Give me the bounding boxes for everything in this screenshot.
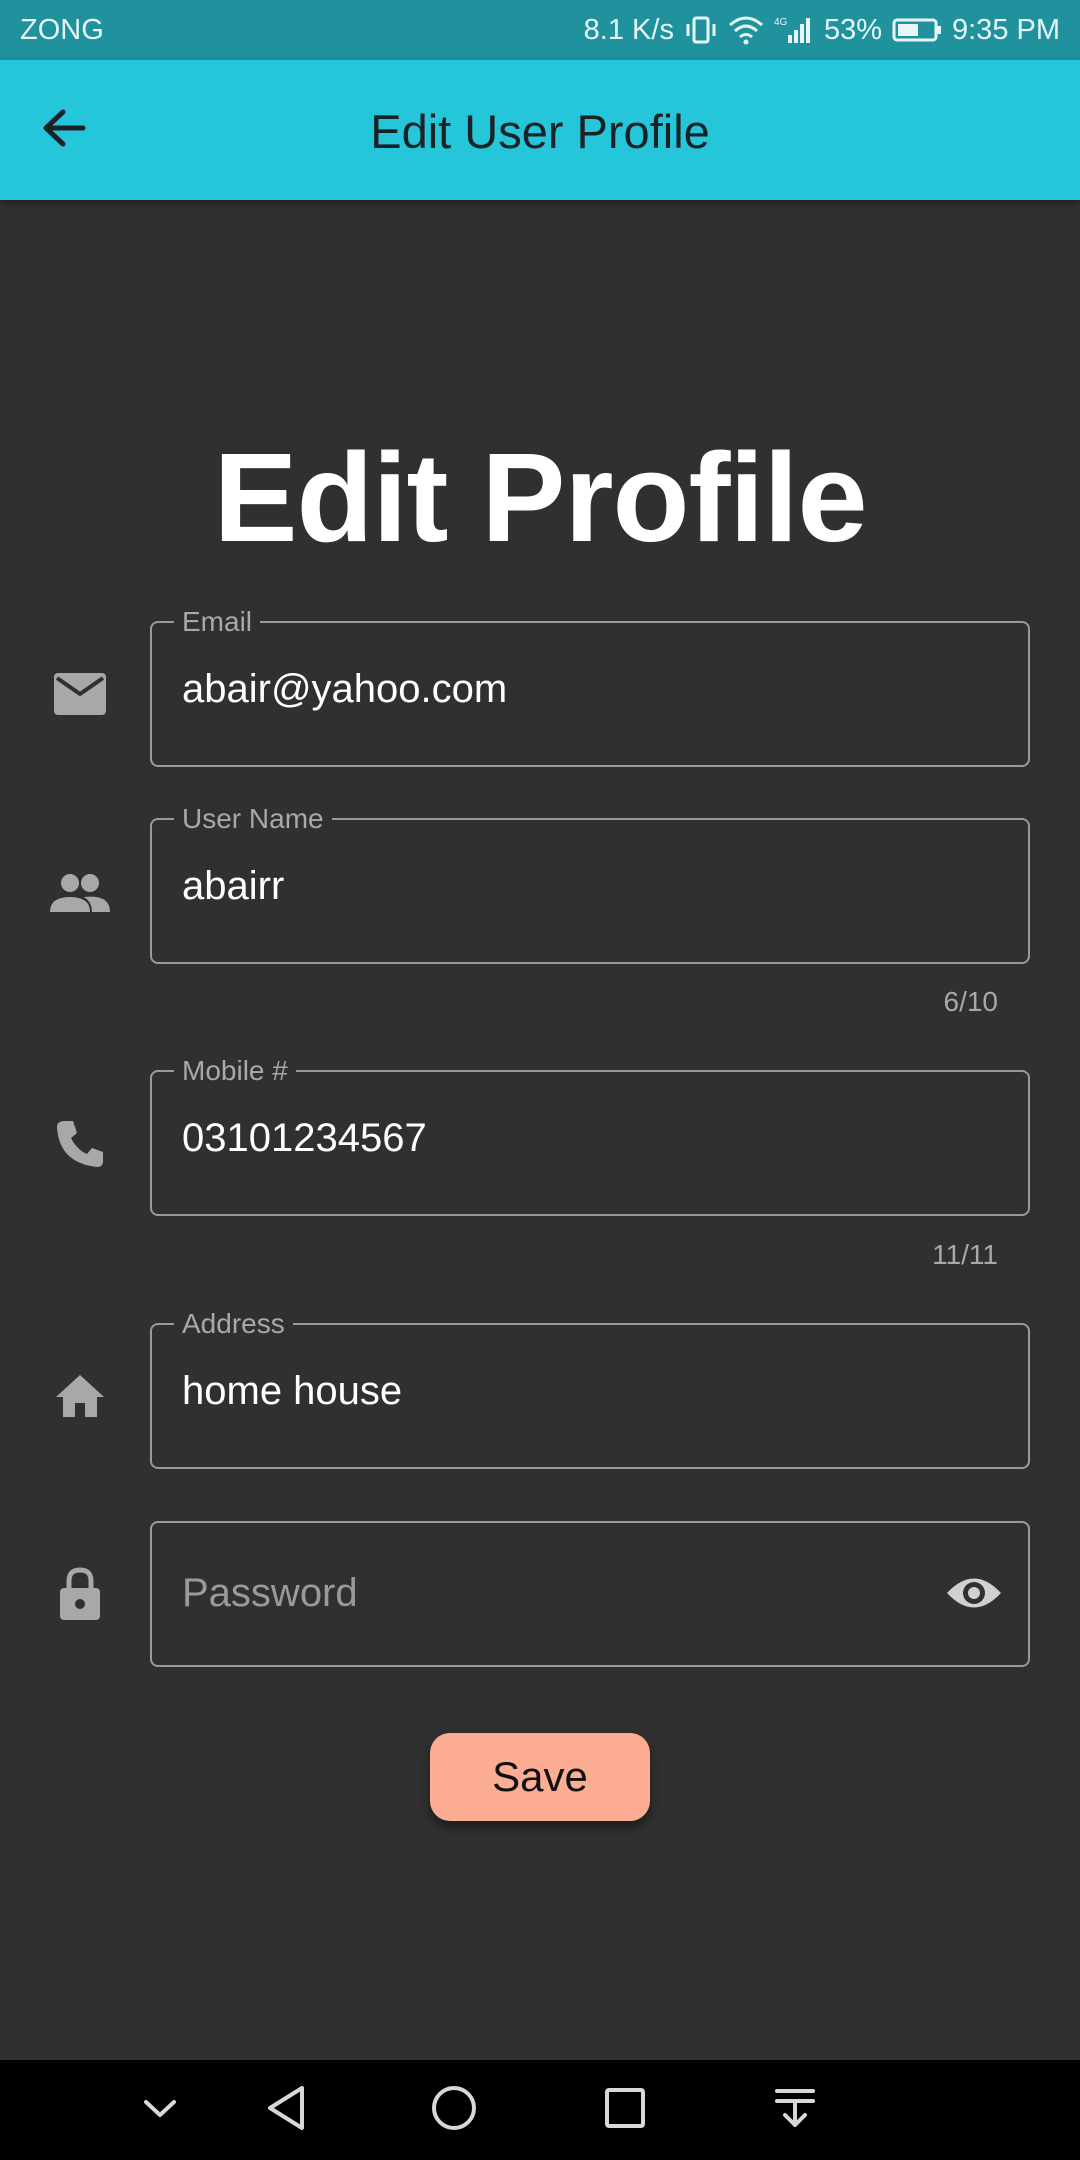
status-right: 8.1 K/s 4G 53% 9:35 PM bbox=[584, 14, 1060, 47]
nav-recents-button[interactable] bbox=[597, 2082, 653, 2138]
email-value: abair@yahoo.com bbox=[182, 667, 508, 711]
nav-back-button[interactable] bbox=[258, 2082, 314, 2138]
battery-icon bbox=[892, 17, 942, 43]
wifi-icon bbox=[728, 15, 764, 45]
address-label: Address bbox=[174, 1309, 293, 1339]
email-label: Email bbox=[174, 607, 261, 637]
chevron-down-icon bbox=[140, 2095, 180, 2126]
network-speed: 8.1 K/s bbox=[583, 13, 674, 46]
mobile-field[interactable]: Mobile # 03101234567 bbox=[150, 1056, 1030, 1216]
carrier-name: ZONG bbox=[20, 13, 104, 46]
email-field[interactable]: Email abair@yahoo.com bbox=[150, 607, 1030, 767]
network-type-label: 4G bbox=[774, 17, 788, 28]
battery-percent: 53% bbox=[823, 13, 882, 46]
nav-home-button[interactable] bbox=[426, 2082, 482, 2138]
people-icon bbox=[44, 857, 116, 929]
mobile-counter: 11/11 bbox=[932, 1239, 998, 1270]
username-field[interactable]: User Name abairr bbox=[150, 804, 1030, 964]
password-placeholder: Password bbox=[182, 1571, 358, 1615]
nav-notification-button[interactable] bbox=[767, 2082, 823, 2138]
system-nav-bar bbox=[0, 2060, 1080, 2160]
clock: 9:35 PM bbox=[952, 13, 1060, 46]
status-bar: ZONG 8.1 K/s 4G 53% 9:35 PM bbox=[0, 0, 1080, 60]
lock-icon bbox=[44, 1558, 116, 1630]
vibrate-icon bbox=[684, 15, 718, 45]
eye-icon bbox=[945, 1574, 1003, 1617]
home-icon bbox=[44, 1360, 116, 1432]
recents-square-icon bbox=[603, 2086, 647, 2135]
save-button[interactable]: Save bbox=[430, 1733, 650, 1821]
nav-hide-button[interactable] bbox=[132, 2082, 188, 2138]
mail-icon bbox=[44, 658, 116, 730]
address-value: home house bbox=[182, 1369, 403, 1413]
app-bar: Edit User Profile bbox=[0, 60, 1080, 200]
phone-icon bbox=[44, 1108, 116, 1180]
username-counter: 6/10 bbox=[943, 986, 999, 1017]
notification-pull-icon bbox=[773, 2085, 817, 2136]
password-field[interactable]: Password bbox=[150, 1521, 1030, 1667]
mobile-label: Mobile # bbox=[174, 1056, 296, 1086]
save-button-label: Save bbox=[492, 1753, 588, 1800]
app-bar-title: Edit User Profile bbox=[370, 105, 710, 158]
back-triangle-icon bbox=[264, 2084, 308, 2137]
address-field[interactable]: Address home house bbox=[150, 1309, 1030, 1469]
page-title: Edit Profile bbox=[213, 427, 867, 568]
home-circle-icon bbox=[430, 2084, 478, 2137]
username-label: User Name bbox=[174, 804, 332, 834]
signal-icon: 4G bbox=[774, 15, 814, 45]
mobile-value: 03101234567 bbox=[182, 1116, 427, 1160]
username-value: abairr bbox=[182, 864, 285, 908]
toggle-password-visibility-button[interactable] bbox=[942, 1563, 1006, 1627]
